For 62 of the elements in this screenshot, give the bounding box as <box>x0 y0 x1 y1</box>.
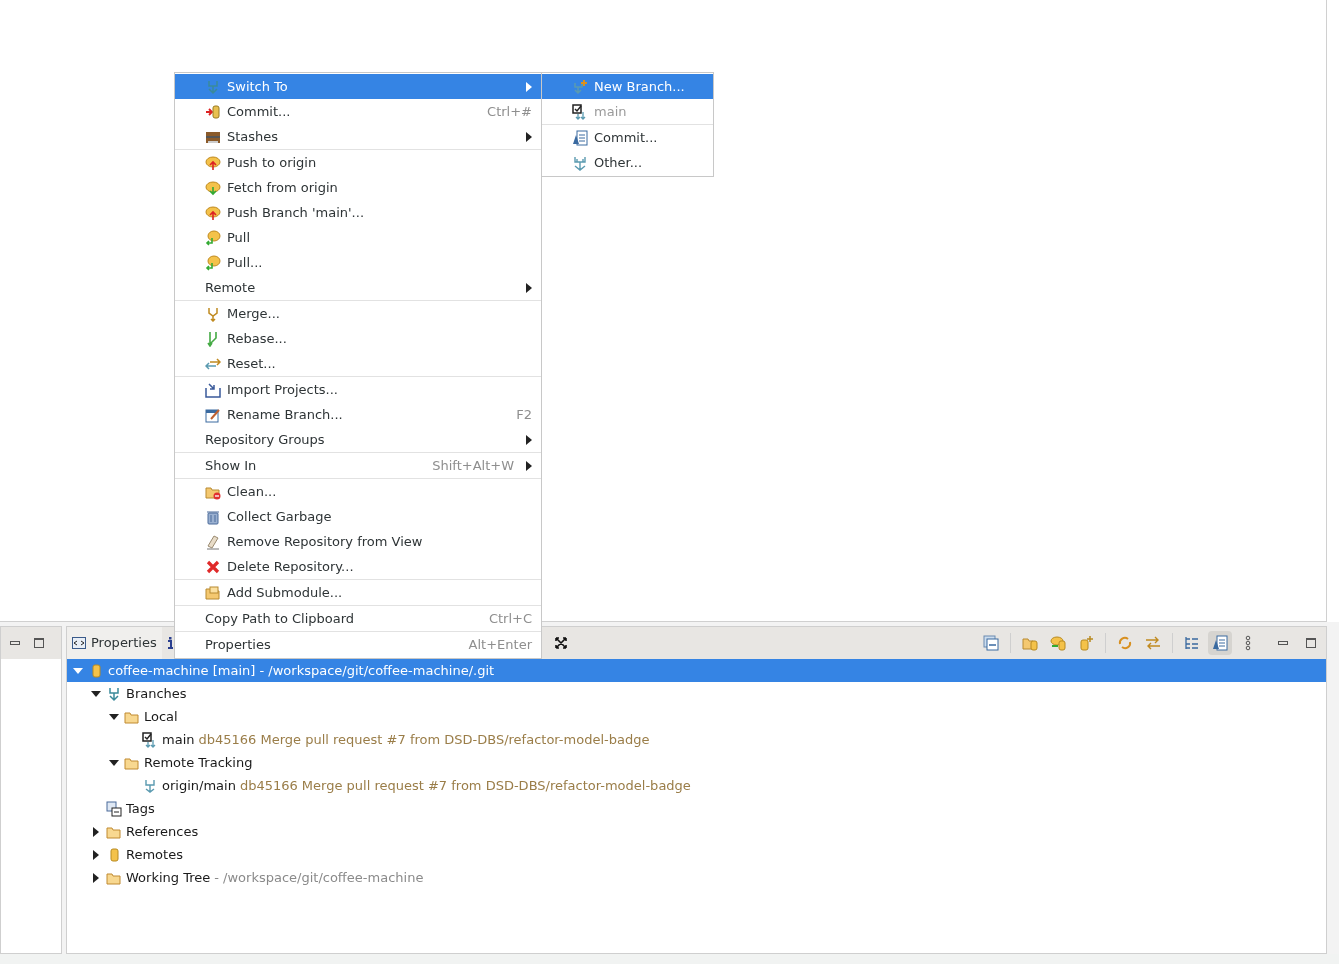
shortcut-label: Shift+Alt+W <box>432 456 514 475</box>
menu-item[interactable]: Switch To <box>175 74 541 99</box>
tree-row[interactable]: Remotes <box>67 843 1326 866</box>
shortcut-label: Ctrl+# <box>487 102 532 121</box>
checked-branch-icon <box>572 103 588 120</box>
branches-icon <box>205 78 221 95</box>
folder-add-icon <box>205 584 221 601</box>
tree-label: Local <box>144 707 178 726</box>
path-label: - /workspace/git/coffee-machine <box>214 868 424 887</box>
minimize-icon[interactable] <box>10 641 20 645</box>
merge-icon <box>205 305 221 322</box>
import-icon <box>205 381 221 398</box>
remote-branch-icon <box>142 777 158 794</box>
cloud-upload-icon <box>205 154 221 171</box>
new-branch-icon <box>572 78 588 95</box>
trash-icon <box>205 508 221 525</box>
shortcut-label: F2 <box>516 405 532 424</box>
cloud-upload-icon <box>205 204 221 221</box>
tree-row[interactable]: Branches <box>67 682 1326 705</box>
checked-branch-icon <box>142 731 158 748</box>
document-icon <box>572 129 588 146</box>
tree-row[interactable]: origin/main db45166 Merge pull request #7 from DSD-DBS/refactor-model-badge <box>67 774 1326 797</box>
close-icon[interactable] <box>554 637 567 649</box>
tree-row[interactable]: Remote Tracking <box>67 751 1326 774</box>
reset-icon <box>205 355 221 372</box>
shortcut-label: Alt+Enter <box>468 635 532 654</box>
maximize-icon[interactable] <box>1306 638 1316 648</box>
tree-label: Tags <box>126 799 155 818</box>
tree-row[interactable]: coffee-machine [main] - /workspace/git/coffee-machine/.git <box>67 659 1326 682</box>
branches-icon <box>572 154 588 171</box>
properties-tab[interactable]: Properties <box>67 627 162 659</box>
document-icon[interactable] <box>1208 631 1232 655</box>
eraser-icon <box>205 533 221 550</box>
tree-label: main <box>162 730 195 749</box>
cloud-download-icon <box>205 179 221 196</box>
branches-icon <box>106 685 122 702</box>
tree-label: Remote Tracking <box>144 753 253 772</box>
maximize-icon[interactable] <box>34 638 44 648</box>
tags-icon <box>106 800 122 817</box>
minimize-icon[interactable] <box>1278 641 1288 645</box>
commit-info: db45166 Merge pull request #7 from DSD-DBS/refactor-model-badge <box>239 776 691 795</box>
tree-row[interactable]: References <box>67 820 1326 843</box>
tree-label: origin/main <box>162 776 236 795</box>
commit-icon <box>205 103 221 120</box>
shortcut-label: Ctrl+C <box>488 609 532 628</box>
cloud-pull-icon <box>205 229 221 246</box>
tree-row[interactable]: Tags <box>67 797 1326 820</box>
properties-icon <box>72 637 86 649</box>
info-icon <box>166 637 173 649</box>
tree-label: coffee-machine [main] - /workspace/git/coffee-machine/.git <box>108 661 495 680</box>
tree-row[interactable]: Local <box>67 705 1326 728</box>
tree-row[interactable]: Working Tree - /workspace/git/coffee-machine <box>67 866 1326 889</box>
menu-item[interactable]: New Branch... <box>542 74 713 99</box>
tree-row[interactable]: main db45166 Merge pull request #7 from DSD-DBS/refactor-model-badge <box>67 728 1326 751</box>
tree-label: Remotes <box>126 845 183 864</box>
cloud-pull-icon <box>205 254 221 271</box>
tree-label: Working Tree <box>126 868 211 887</box>
commit-info: db45166 Merge pull request #7 from DSD-DBS/refactor-model-badge <box>198 730 650 749</box>
tree-label: References <box>126 822 199 841</box>
delete-icon <box>205 558 221 575</box>
tree-label: Branches <box>126 684 187 703</box>
rename-icon <box>205 406 221 423</box>
